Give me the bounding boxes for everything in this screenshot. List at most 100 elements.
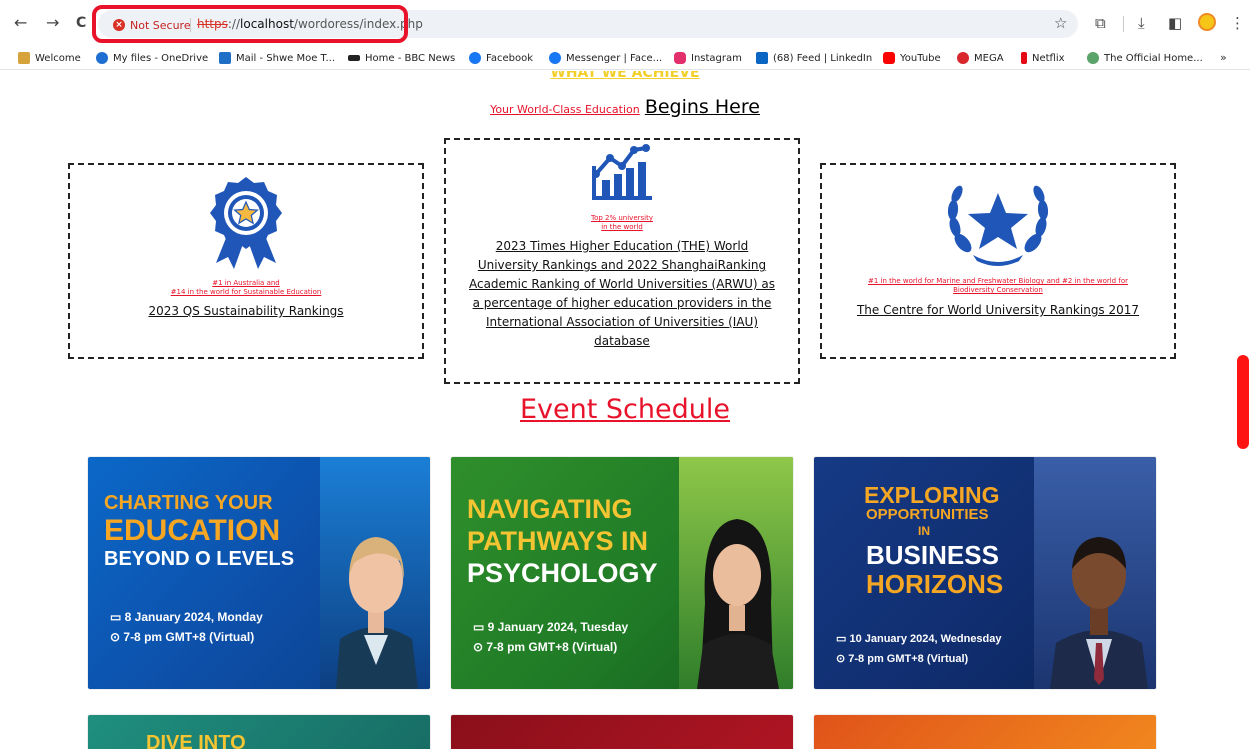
- event-time: 7-8 pm GMT+8 (Virtual): [486, 640, 618, 654]
- download-icon[interactable]: ⤓: [1138, 14, 1145, 32]
- instagram-icon: [674, 52, 686, 64]
- event-date: 8 January 2024, Monday: [124, 610, 263, 624]
- event-headline-line3: PSYCHOLOGY: [467, 558, 658, 588]
- bookmark-mail[interactable]: Mail - Shwe Moe T...: [219, 50, 335, 66]
- bookmark-star-icon[interactable]: ☆: [1054, 14, 1067, 32]
- back-icon[interactable]: ←: [14, 14, 27, 32]
- menu-icon[interactable]: ⋮: [1230, 14, 1245, 32]
- laurel-star-icon: [947, 185, 1049, 266]
- netflix-icon: [1021, 52, 1027, 64]
- outlook-icon: [219, 52, 231, 64]
- url-highlight-annotation: [92, 5, 408, 43]
- bookmark-netflix[interactable]: Netflix: [1021, 50, 1065, 66]
- bookmark-youtube[interactable]: YouTube: [883, 50, 941, 66]
- event-card-business[interactable]: EXPLORING OPPORTUNITIES IN BUSINESS HORI…: [814, 457, 1156, 689]
- event-headline-line2: OPPORTUNITIES: [866, 506, 989, 523]
- event-headline-line1: CHARTING YOUR: [104, 492, 273, 514]
- bookmark-label: MEGA: [974, 52, 1004, 64]
- clock-icon: ⊙: [473, 640, 487, 654]
- bookmark-welcome[interactable]: Welcome: [18, 50, 81, 66]
- bookmark-onedrive[interactable]: My files - OneDrive: [96, 50, 208, 66]
- forward-icon[interactable]: →: [46, 14, 59, 32]
- bookmark-official-home[interactable]: The Official Home...: [1087, 50, 1203, 66]
- calendar-icon: ▭: [836, 633, 850, 645]
- ranking-note: Top 2% university: [591, 214, 653, 222]
- speaker-photo: [336, 537, 418, 689]
- bookmark-label: YouTube: [900, 52, 941, 64]
- bookmark-label: My files - OneDrive: [113, 52, 209, 64]
- heading-big-text: Begins Here: [644, 96, 760, 118]
- reload-icon[interactable]: C: [76, 14, 86, 32]
- scrollbar-thumb[interactable]: [1237, 355, 1249, 449]
- event-card-partial-3[interactable]: [814, 715, 1156, 749]
- bookmark-messenger[interactable]: Messenger | Face...: [549, 50, 662, 66]
- event-schedule-title: Event Schedule: [519, 394, 730, 425]
- event-headline-line3: BEYOND O LEVELS: [104, 548, 295, 570]
- ranking-note: #14 in the world for Sustainable Educati…: [170, 288, 322, 296]
- ranking-note: Biodiversity Conservation: [953, 286, 1043, 294]
- achieve-heading: WHAT WE ACHIEVE: [550, 71, 700, 81]
- speaker-photo: [1050, 537, 1148, 689]
- clock-icon: ⊙: [836, 653, 849, 665]
- ranking-title[interactable]: 2023 Times Higher Education (THE) World …: [446, 237, 798, 351]
- event-headline-line1: EXPLORING: [864, 482, 1000, 508]
- ranking-note: #1 in the world for Marine and Freshwate…: [868, 277, 1128, 285]
- event-card-psychology[interactable]: NAVIGATING PATHWAYS IN PSYCHOLOGY ▭ 9 Ja…: [451, 457, 793, 689]
- ranking-title[interactable]: 2023 QS Sustainability Rankings: [70, 302, 422, 321]
- youtube-icon: [883, 52, 895, 64]
- event-meta: ▭ 8 January 2024, Monday ⊙ 7-8 pm GMT+8 …: [110, 607, 263, 647]
- bookmark-label: Welcome: [35, 52, 81, 64]
- bookmark-label: (68) Feed | LinkedIn: [773, 52, 873, 64]
- event-time: 7-8 pm GMT+8 (Virtual): [848, 653, 969, 665]
- side-panel-icon[interactable]: ◧: [1168, 14, 1182, 32]
- event-card-partial-2[interactable]: [451, 715, 793, 749]
- event-meta: ▭ 9 January 2024, Tuesday ⊙ 7-8 pm GMT+8…: [473, 617, 628, 657]
- linkedin-icon: [756, 52, 768, 64]
- welcome-icon: [18, 52, 30, 64]
- browser-toolbar: ← → C × Not Secure https://localhost/wor…: [0, 0, 1250, 46]
- event-headline-line1: NAVIGATING: [467, 494, 633, 524]
- ranking-title-line: database: [594, 334, 650, 348]
- extensions-icon[interactable]: ⧉: [1095, 14, 1106, 32]
- bookmark-linkedin[interactable]: (68) Feed | LinkedIn: [756, 50, 872, 66]
- bookmark-instagram[interactable]: Instagram: [674, 50, 742, 66]
- ranking-title[interactable]: The Centre for World University Rankings…: [822, 301, 1174, 320]
- event-headline-partial: DIVE INTO: [146, 732, 246, 749]
- bookmark-bbc[interactable]: Home - BBC News: [348, 50, 455, 66]
- award-ribbon-icon: [210, 177, 282, 269]
- bookmark-label: Instagram: [691, 52, 742, 64]
- event-headline-line2: EDUCATION: [104, 514, 281, 547]
- event-meta: ▭ 10 January 2024, Wednesday ⊙ 7-8 pm GM…: [836, 629, 1002, 669]
- bbc-icon: [348, 55, 360, 61]
- ranking-card-qs: #1 in Australia and #14 in the world for…: [68, 163, 424, 359]
- speaker-photo: [697, 519, 779, 689]
- website-icon: [1087, 52, 1099, 64]
- bookmark-label: Mail - Shwe Moe T...: [236, 52, 336, 64]
- bookmark-label: Facebook: [486, 52, 533, 64]
- clock-icon: ⊙: [110, 630, 124, 644]
- event-card-education[interactable]: CHARTING YOUR EDUCATION BEYOND O LEVELS …: [88, 457, 430, 689]
- page-viewport: WHAT WE ACHIEVE Your World-Class Educati…: [0, 71, 1250, 749]
- ranking-title-line: International Association of Universitie…: [485, 315, 759, 329]
- ranking-note: in the world: [601, 223, 643, 231]
- event-time: 7-8 pm GMT+8 (Virtual): [123, 630, 255, 644]
- event-headline-line2: PATHWAYS IN: [467, 526, 649, 556]
- event-headline-line3: BUSINESS: [866, 540, 999, 570]
- ranking-title-line: 2023 Times Higher Education (THE) World: [495, 239, 749, 253]
- ranking-title-line: Academic Ranking of World Universities (…: [468, 277, 776, 291]
- bookmark-label: Home - BBC News: [365, 52, 456, 64]
- event-date: 9 January 2024, Tuesday: [487, 620, 629, 634]
- bookmark-label: The Official Home...: [1104, 52, 1203, 64]
- profile-avatar-icon[interactable]: [1198, 13, 1216, 31]
- ranking-card-cwur: #1 in the world for Marine and Freshwate…: [820, 163, 1176, 359]
- bookmark-mega[interactable]: MEGA: [957, 50, 1004, 66]
- event-card-partial-1[interactable]: DIVE INTO: [88, 715, 430, 749]
- bookmark-label: Netflix: [1032, 52, 1065, 64]
- ranking-title-line: University Rankings and 2022 ShanghaiRan…: [477, 258, 767, 272]
- event-headline-line4: HORIZONS: [866, 569, 1004, 599]
- bookmarks-overflow-icon[interactable]: »: [1220, 51, 1227, 64]
- onedrive-icon: [96, 52, 108, 64]
- toolbar-separator: [1123, 16, 1124, 32]
- bookmark-facebook[interactable]: Facebook: [469, 50, 533, 66]
- section-heading: Your World-Class Education Begins Here: [0, 96, 1250, 118]
